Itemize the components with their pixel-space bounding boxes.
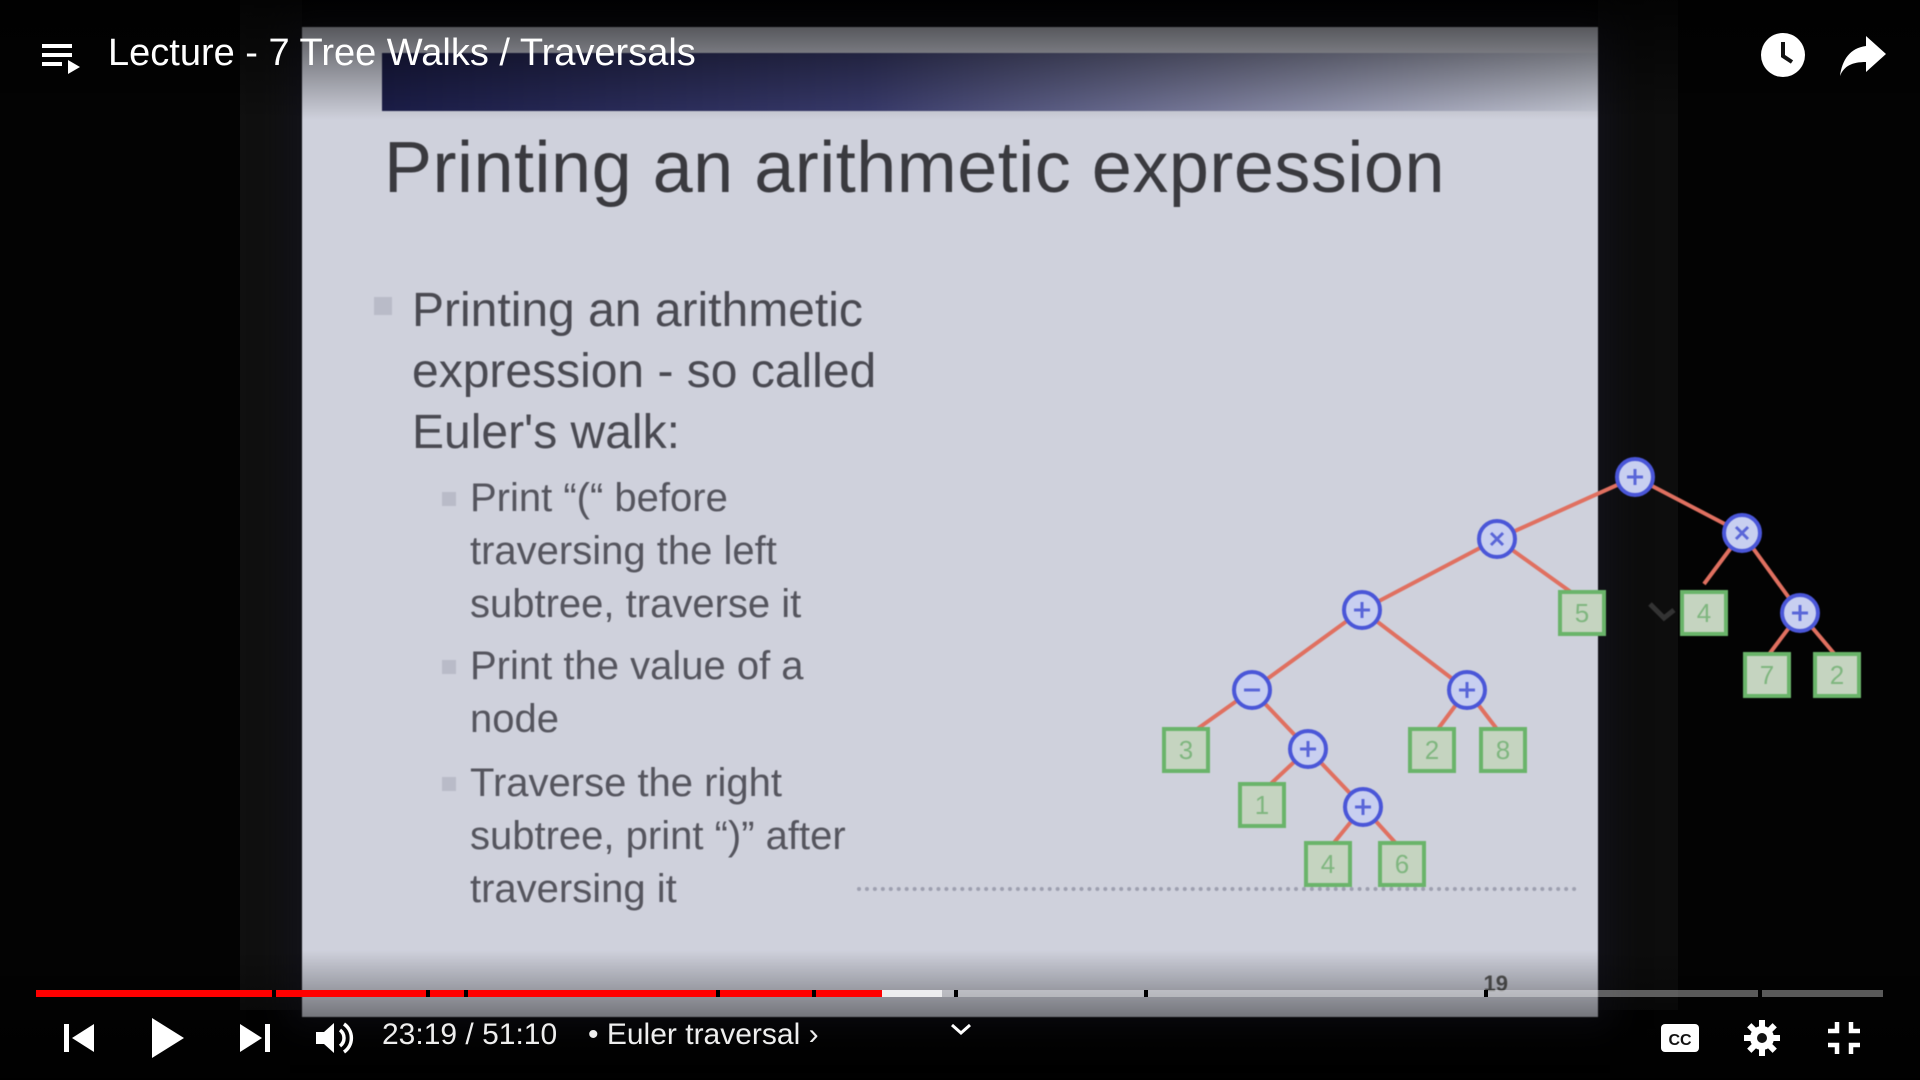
svg-text:CC: CC [1668,1032,1692,1049]
main-bullet-line: expression - so called [412,345,877,398]
lecture-slide: Printing an arithmetic expression Printi… [302,27,1861,1017]
player-controls: 23:19 / 51:10 • Euler traversal › CC [0,1010,1920,1070]
top-bar: Lecture - 7 Tree Walks / Traversals [0,18,1920,88]
chapter-divider [1484,990,1488,997]
skip-previous-icon[interactable] [60,1018,100,1063]
slide-title: Printing an arithmetic expression [384,128,1445,208]
chapter-divider [464,990,468,997]
chapter-arrow: › [808,1018,819,1051]
bullet-marker [374,297,392,315]
sub-bullet-marker [442,660,456,674]
chapter-label: Euler traversal [606,1018,801,1051]
settings-icon[interactable] [1742,1018,1782,1063]
skip-next-icon[interactable] [234,1018,274,1063]
chapter-divider [426,990,430,997]
volume-icon[interactable] [312,1018,356,1063]
leaf-label: 2 [1830,660,1844,690]
progress-bar[interactable] [36,990,1883,997]
leaf-label: 5 [1575,598,1589,628]
chapter-divider [272,990,276,997]
time-display: 23:19 / 51:10 [382,1018,557,1052]
share-icon[interactable] [1838,32,1888,83]
playlist-icon[interactable] [40,40,82,81]
leaf-label: 8 [1496,735,1510,765]
leaf-label: 3 [1179,735,1193,765]
clock-icon[interactable] [1758,30,1808,85]
chapter-divider [954,990,958,997]
progress-played [36,990,882,997]
time-total: 51:10 [482,1018,558,1051]
chapter-divider [1758,990,1762,997]
leaf-nodes [1162,590,1861,887]
chapter-prefix: • [588,1018,599,1051]
sub-bullet-marker [442,492,456,506]
room-background-left [240,0,302,1010]
dotted-annotation [857,887,1577,891]
leaf-label: 6 [1395,849,1409,879]
chapter-divider [716,990,720,997]
pointer-cursor-mark [1648,602,1676,622]
sub-bullet-marker [442,777,456,791]
captions-icon[interactable]: CC [1660,1020,1700,1061]
time-separator: / [457,1018,483,1051]
exit-fullscreen-icon[interactable] [1824,1018,1864,1063]
time-current: 23:19 [382,1018,458,1051]
chapter-button[interactable]: • Euler traversal › [588,1018,819,1052]
main-bullet-line: Printing an arithmetic [412,284,863,337]
leaf-label: 2 [1425,735,1439,765]
leaf-label: 4 [1321,849,1335,879]
video-title[interactable]: Lecture - 7 Tree Walks / Traversals [108,32,696,75]
chevron-down-icon[interactable] [948,1018,974,1045]
chapter-divider [1144,990,1148,997]
play-icon[interactable] [146,1014,188,1067]
video-frame[interactable]: Printing an arithmetic expression Printi… [0,0,1920,1080]
chapter-divider [812,990,816,997]
expression-tree-diagram: 3 1 4 6 2 8 5 4 7 2 [842,432,1892,937]
leaf-label: 7 [1760,660,1774,690]
leaf-label: 1 [1255,790,1269,820]
leaf-label: 4 [1697,598,1711,628]
expression-tree: 3 1 4 6 2 8 5 4 7 2 [1162,457,1861,887]
